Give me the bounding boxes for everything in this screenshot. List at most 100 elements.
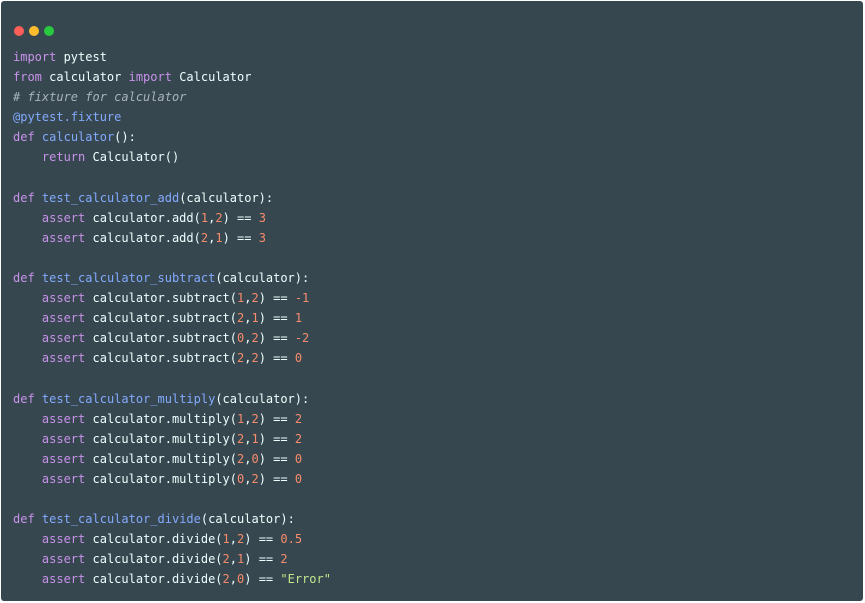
code-token: 1 [222,532,230,547]
window-controls [14,26,54,36]
code-token: 2 [251,331,259,346]
code-token: test_calculator_divide [41,512,201,527]
code-line: import pytest [13,47,331,67]
code-token: 0 [294,451,303,466]
code-block: import pytest from calculator import Calc… [13,47,331,590]
code-token: (calculator): [179,190,274,205]
code-token: -2 [294,331,310,346]
code-line: assert calculator.subtract(2,2) == 0 [13,348,331,368]
code-token: def [13,271,35,286]
code-token: calculator.multiply( [85,451,237,466]
code-token: ) == [244,552,281,567]
code-token: , [229,572,238,587]
code-token: test_calculator_subtract [41,271,216,286]
code-token: ) == [258,451,295,466]
code-token: 0 [294,351,303,366]
minimize-dot-icon[interactable] [29,26,39,36]
code-token: Calculator [171,70,252,85]
code-token: "Error" [280,572,331,587]
code-token: 2 [251,291,259,306]
code-token: ) == [258,411,295,426]
code-token: calculator.divide( [85,532,223,547]
code-token: Calculator() [85,150,180,165]
code-token: 2 [222,572,230,587]
code-line: def test_calculator_subtract(calculator)… [13,268,331,288]
code-token: 1 [251,431,259,446]
close-dot-icon[interactable] [14,26,24,36]
code-token: ) == [258,311,295,326]
code-line: assert calculator.divide(1,2) == 0.5 [13,529,331,549]
code-token: (calculator): [215,271,310,286]
code-token: 2 [251,471,259,486]
code-token: assert [41,331,86,346]
code-token: def [13,512,35,527]
code-token: 1 [200,210,209,225]
code-token: ) == [258,331,295,346]
code-token: assert [41,311,86,326]
code-token: ) == [258,471,295,486]
code-token: 1 [251,311,259,326]
code-line: assert calculator.divide(2,0) == "Error" [13,569,331,589]
code-token: assert [41,572,86,587]
maximize-dot-icon[interactable] [44,26,54,36]
code-token: -1 [294,291,310,306]
code-token: # fixture for calculator [13,90,187,105]
code-token: import [128,70,172,85]
code-line: assert calculator.subtract(1,2) == -1 [13,288,331,308]
code-line: def test_calculator_add(calculator): [13,188,331,208]
code-token: ) == [258,431,295,446]
code-token: test_calculator_add [41,190,180,205]
code-line: assert calculator.multiply(0,2) == 0 [13,469,331,489]
code-token: (): [114,130,136,145]
code-token: , [229,532,238,547]
code-token: assert [41,532,86,547]
code-line: assert calculator.multiply(1,2) == 2 [13,409,331,429]
code-token: from [13,70,42,85]
code-token: 2 [215,210,223,225]
code-token: calculator.subtract( [85,351,237,366]
code-token: calculator.add( [85,210,201,225]
code-line: assert calculator.divide(2,1) == 2 [13,549,331,569]
code-token: 2 [294,411,303,426]
code-token: test_calculator_multiply [41,391,216,406]
code-token: (calculator): [200,512,295,527]
code-token: 1 [215,230,223,245]
code-token: def [13,130,35,145]
code-token: ) == [258,351,295,366]
code-token: 2 [280,552,288,567]
code-token: 2 [251,411,259,426]
code-line: assert calculator.multiply(2,0) == 0 [13,449,331,469]
code-line: assert calculator.multiply(2,1) == 2 [13,429,331,449]
code-token: ) == [244,572,281,587]
code-token: 0 [251,451,259,466]
code-token: assert [41,431,86,446]
code-token: import [13,50,57,64]
code-line: # fixture for calculator [13,87,331,107]
code-token: def [13,391,35,406]
code-token: ) == [258,291,295,306]
code-token: ) == [222,210,259,225]
code-token: 3 [258,230,266,245]
code-token: assert [41,210,86,225]
code-token: calculator.divide( [85,552,223,567]
code-token: calculator [41,130,115,145]
code-line: @pytest.fixture [13,107,331,127]
code-token: 3 [258,210,266,225]
code-token: calculator.subtract( [85,311,237,326]
code-token: 0 [294,471,303,486]
code-line: assert calculator.add(1,2) == 3 [13,208,331,228]
code-token: calculator.divide( [85,572,223,587]
